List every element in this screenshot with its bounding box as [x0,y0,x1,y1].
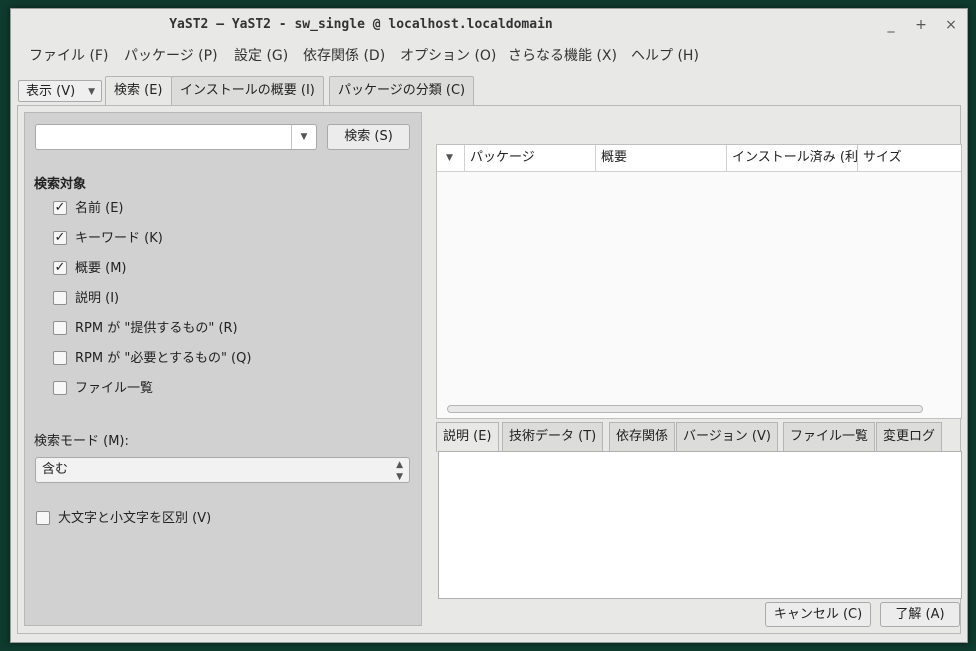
checkbox-unchecked-icon[interactable] [53,381,67,395]
menu-options[interactable]: オプション (O) [400,42,496,70]
checkbox-checked-icon[interactable]: ✓ [53,231,67,245]
chevron-down-icon: ▼ [88,87,95,97]
tab-file-list[interactable]: ファイル一覧 [783,422,876,451]
spinner-arrows-icon: ▲ ▼ [396,460,403,482]
checkbox-checked-icon[interactable]: ✓ [53,261,67,275]
tab-changelog[interactable]: 変更ログ [876,422,943,451]
status-column-icon[interactable]: ▼ [437,145,465,171]
view-button[interactable]: 表示 (V) ▼ [18,80,102,102]
search-button[interactable]: 検索 (S) [327,124,410,150]
tab-dependencies[interactable]: 依存関係 [609,422,676,451]
column-installed[interactable]: インストール済み (利 [727,145,858,171]
menu-help[interactable]: ヘルプ (H) [631,42,699,70]
tab-versions[interactable]: バージョン (V) [676,422,778,451]
column-package[interactable]: パッケージ [465,145,596,171]
menu-bar: ファイル (F) パッケージ (P) 設定 (G) 依存関係 (D) オプション… [11,42,967,70]
search-mode-value: 含む [42,462,69,477]
target-name-label: 名前 (E) [75,201,124,216]
close-button[interactable]: × [941,15,961,35]
target-description-label: 説明 (I) [75,291,120,306]
package-table-header: ▼ パッケージ 概要 インストール済み (利 サイズ [437,145,961,172]
case-sensitive-label: 大文字と小文字を区別 (V) [58,511,212,526]
menu-dependencies[interactable]: 依存関係 (D) [303,42,385,70]
view-button-label: 表示 (V) [26,84,76,99]
tab-description[interactable]: 説明 (E) [436,422,499,452]
menu-extras[interactable]: さらなる機能 (X) [508,42,617,70]
minimize-button[interactable]: _ [881,15,901,35]
menu-settings[interactable]: 設定 (G) [234,42,288,70]
search-target-heading: 検索対象 [34,177,87,192]
tab-technical-data[interactable]: 技術データ (T) [502,422,604,451]
target-filelist-label: ファイル一覧 [75,381,154,396]
column-summary[interactable]: 概要 [596,145,727,171]
main-tab-bar: 表示 (V) ▼ 検索 (E) インストールの概要 (I) パッケージの分類 (… [11,76,967,106]
checkbox-unchecked-icon[interactable] [36,511,50,525]
cancel-button[interactable]: キャンセル (C) [765,602,871,627]
window-title: YaST2 – YaST2 - sw_single @ localhost.lo… [169,17,553,32]
checkbox-unchecked-icon[interactable] [53,321,67,335]
title-bar[interactable]: YaST2 – YaST2 - sw_single @ localhost.lo… [11,9,967,41]
target-keyword-label: キーワード (K) [75,231,163,246]
yast-window: YaST2 – YaST2 - sw_single @ localhost.lo… [10,8,968,643]
search-panel: ▼ 検索 (S) 検索対象 ✓ 名前 (E) ✓ キーワード (K) ✓ 概要 … [24,112,422,626]
ok-button[interactable]: 了解 (A) [880,602,960,627]
info-panel [438,451,962,599]
tab-package-groups[interactable]: パッケージの分類 (C) [329,76,475,105]
chevron-down-icon[interactable]: ▼ [291,125,316,149]
content-area: ▼ 検索 (S) 検索対象 ✓ 名前 (E) ✓ キーワード (K) ✓ 概要 … [17,105,962,634]
target-requires-label: RPM が "必要とするもの" (Q) [75,351,252,366]
checkbox-unchecked-icon[interactable] [53,351,67,365]
package-table[interactable]: ▼ パッケージ 概要 インストール済み (利 サイズ [436,144,962,419]
checkbox-checked-icon[interactable]: ✓ [53,201,67,215]
search-input[interactable]: ▼ [35,124,317,150]
menu-file[interactable]: ファイル (F) [29,42,108,70]
search-mode-select[interactable]: 含む ▲ ▼ [35,457,410,483]
search-mode-label: 検索モード (M): [34,434,129,449]
menu-package[interactable]: パッケージ (P) [124,42,218,70]
horizontal-scrollbar[interactable] [447,405,923,413]
target-summary-label: 概要 (M) [75,261,127,276]
tab-install-summary[interactable]: インストールの概要 (I) [171,76,324,105]
tab-search[interactable]: 検索 (E) [105,76,172,106]
column-size[interactable]: サイズ [858,145,961,171]
info-tab-bar: 説明 (E) 技術データ (T) 依存関係 バージョン (V) ファイル一覧 変… [436,422,962,452]
checkbox-unchecked-icon[interactable] [53,291,67,305]
maximize-button[interactable]: + [911,15,931,35]
target-provides-label: RPM が "提供するもの" (R) [75,321,238,336]
